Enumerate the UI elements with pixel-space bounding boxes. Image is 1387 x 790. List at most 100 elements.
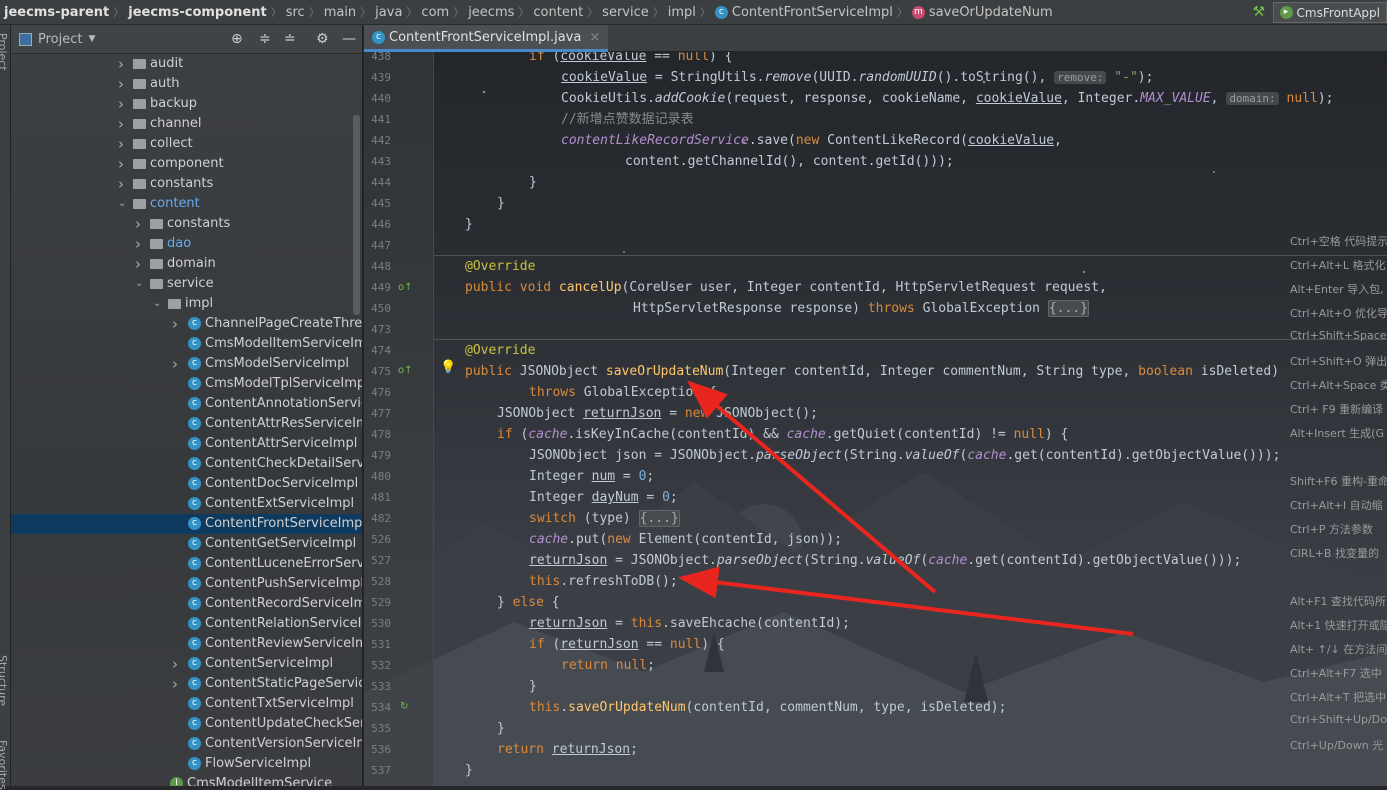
code-line[interactable]: } [433,214,473,235]
code-line[interactable]: return null; [433,655,655,676]
breadcrumb-item[interactable]: jeecms [464,5,518,20]
project-view-select[interactable]: Project [38,32,82,47]
code-line[interactable]: } [433,172,537,193]
code-line[interactable]: Integer num = 0; [433,466,654,487]
collapse-all-icon[interactable]: ≐ [284,31,296,47]
breadcrumb-item[interactable]: service [598,5,653,20]
chevron-right-icon[interactable]: › [172,354,178,374]
tab-content-front-service-impl[interactable]: c ContentFrontServiceImpl.java × [364,25,609,52]
tree-item[interactable]: › auth [11,74,362,94]
code-line[interactable]: HttpServletResponse response) throws Glo… [433,298,1089,319]
tree-item[interactable]: c ContentAttrResServiceImpl [11,414,362,434]
tree-item[interactable]: › constants [11,174,362,194]
code-line[interactable]: if (returnJson == null) { [433,634,725,655]
code-line[interactable]: //新增点赞数据记录表 [433,109,694,130]
chevron-down-icon[interactable]: ▼ [88,34,95,44]
code-line[interactable]: this.saveOrUpdateNum(contentId, commentN… [433,697,1006,718]
tree-item[interactable]: c ContentRecordServiceImpl [11,594,362,614]
chevron-down-icon[interactable]: ⌄ [135,274,143,294]
code-line[interactable]: CookieUtils.addCookie(request, response,… [433,88,1333,109]
code-line[interactable]: } else { [433,592,560,613]
breadcrumb-item[interactable]: src [282,5,309,20]
chevron-right-icon[interactable]: › [135,234,141,254]
breadcrumb-item[interactable]: m saveOrUpdateNum [908,5,1057,20]
chevron-down-icon[interactable]: ⌄ [153,294,161,314]
code-line[interactable]: returnJson = this.saveEhcache(contentId)… [433,613,850,634]
tree-item[interactable]: c ContentAttrServiceImpl [11,434,362,454]
tree-item[interactable]: c ContentRelationServiceImpl [11,614,362,634]
code-line[interactable]: @Override [433,340,535,361]
tree-item[interactable]: I CmsModelItemService [11,774,362,786]
code-line[interactable]: if (cookieValue == null) { [433,52,733,67]
tree-item[interactable]: c ContentPushServiceImpl [11,574,362,594]
breadcrumb-item[interactable]: jeecms-parent [0,5,113,20]
breadcrumb-item[interactable]: com [417,5,453,20]
favorites-tool-tab[interactable]: Favorites [0,740,9,790]
build-hammer-icon[interactable]: ⚒ [1252,4,1265,20]
tree-item[interactable]: › c ChannelPageCreateThreadS [11,314,362,334]
code-line[interactable]: } [433,760,473,781]
chevron-right-icon[interactable]: › [172,314,178,334]
chevron-right-icon[interactable]: › [172,654,178,674]
chevron-right-icon[interactable]: › [118,134,124,154]
code-line[interactable]: } [433,676,537,697]
folded-code[interactable]: {...} [1047,300,1089,317]
breadcrumb-item[interactable]: jeecms-component [124,5,270,20]
tree-item[interactable]: c ContentVersionServiceImpl [11,734,362,754]
tree-item[interactable]: › component [11,154,362,174]
tree-item[interactable]: › domain [11,254,362,274]
tree-item[interactable]: c ContentDocServiceImpl [11,474,362,494]
code-line[interactable]: return returnJson; [433,739,638,760]
chevron-right-icon[interactable]: › [118,54,124,74]
tree-item[interactable]: c ContentGetServiceImpl [11,534,362,554]
tree-item[interactable]: c FlowServiceImpl [11,754,362,774]
tree-item[interactable]: c ContentExtServiceImpl [11,494,362,514]
minimize-icon[interactable]: — [342,31,356,47]
tree-item[interactable]: c ContentTxtServiceImpl [11,694,362,714]
code-line[interactable]: content.getChannelId(), content.getId())… [433,151,954,172]
chevron-right-icon[interactable]: › [135,214,141,234]
code-line[interactable]: if (cache.isKeyInCache(contentId) && cac… [433,424,1068,445]
code-line[interactable]: } [433,718,505,739]
code-editor[interactable]: o↑ o↑ 💡 ↻ 438 if (cookieValue == null) {4… [364,52,1387,786]
folded-code[interactable]: {...} [638,510,680,527]
tree-item[interactable]: › dao [11,234,362,254]
tree-item[interactable]: › channel [11,114,362,134]
code-line[interactable]: cache.put(new Element(contentId, json)); [433,529,842,550]
gear-icon[interactable]: ⚙ [316,31,329,47]
tree-item[interactable]: ⌄ content [11,194,362,214]
tree-item[interactable]: › c ContentStaticPageServiceIm [11,674,362,694]
tree-item[interactable]: › c ContentServiceImpl [11,654,362,674]
tree-item[interactable]: c ContentUpdateCheckServic [11,714,362,734]
tree-item[interactable]: c CmsModelTplServiceImpl [11,374,362,394]
tree-item[interactable]: › backup [11,94,362,114]
override-gutter-icon[interactable]: o↑ [398,365,413,376]
tree-item[interactable]: c ContentCheckDetailServiceI [11,454,362,474]
chevron-right-icon[interactable]: › [118,154,124,174]
tree-item[interactable]: › audit [11,54,362,74]
code-line[interactable]: public JSONObject saveOrUpdateNum(Intege… [433,361,1279,382]
tree-item[interactable]: c ContentReviewServiceImpl [11,634,362,654]
chevron-right-icon[interactable]: › [135,254,141,274]
breadcrumb-item[interactable]: content [529,5,587,20]
code-line[interactable]: cookieValue = StringUtils.remove(UUID.ra… [433,67,1153,88]
run-configuration-select[interactable]: ▸ CmsFrontAppl [1272,2,1387,23]
code-line[interactable]: throws GlobalException { [433,382,717,403]
code-line[interactable]: contentLikeRecordService.save(new Conten… [433,130,1062,151]
locate-icon[interactable]: ⊕ [231,31,243,47]
tree-item[interactable]: c ContentAnnotationServiceIn [11,394,362,414]
chevron-right-icon[interactable]: › [118,94,124,114]
code-line[interactable]: public void cancelUp(CoreUser user, Inte… [433,277,1107,298]
breadcrumb-item[interactable]: java [371,5,406,20]
code-line[interactable]: switch (type) {...} [433,508,680,529]
expand-all-icon[interactable]: ≑ [259,31,271,47]
tree-item[interactable]: › collect [11,134,362,154]
tree-item[interactable]: › c CmsModelServiceImpl [11,354,362,374]
chevron-down-icon[interactable]: ⌄ [118,194,126,214]
close-icon[interactable]: × [589,30,600,45]
tree-item[interactable]: ⌄ service [11,274,362,294]
chevron-right-icon[interactable]: › [118,74,124,94]
tree-item[interactable]: c CmsModelItemServiceImpl [11,334,362,354]
tree-item[interactable]: ⌄ impl [11,294,362,314]
tree-item[interactable]: c ContentLuceneErrorService [11,554,362,574]
